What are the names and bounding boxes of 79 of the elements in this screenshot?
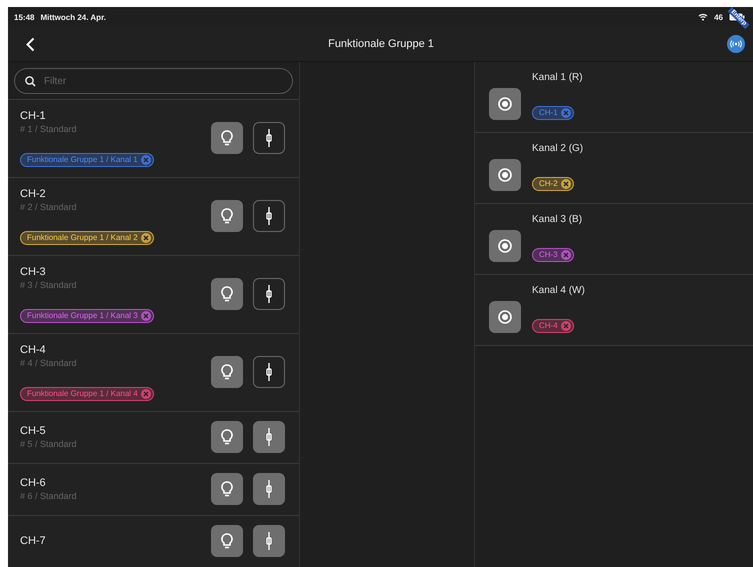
connector-icon bbox=[266, 363, 272, 381]
light-button[interactable] bbox=[211, 473, 243, 505]
light-bulb-icon bbox=[221, 208, 233, 224]
remove-icon[interactable] bbox=[140, 233, 151, 243]
light-bulb-icon bbox=[221, 130, 233, 146]
remove-icon[interactable] bbox=[560, 321, 571, 331]
assignment-tag[interactable]: Funktionale Gruppe 1 / Kanal 1 bbox=[20, 153, 154, 167]
assignment-tag[interactable]: CH-3 bbox=[532, 248, 574, 262]
light-button[interactable] bbox=[211, 278, 243, 310]
select-button[interactable] bbox=[489, 88, 521, 120]
connector-button[interactable] bbox=[253, 473, 285, 505]
status-date: Mittwoch 24. Apr. bbox=[40, 12, 106, 22]
broadcast-button[interactable] bbox=[727, 35, 745, 53]
status-time: 15:48 bbox=[14, 12, 34, 22]
channel-info: # 3 / Standard bbox=[20, 279, 78, 291]
remove-icon[interactable] bbox=[560, 179, 571, 189]
remove-icon[interactable] bbox=[140, 389, 151, 399]
kanal-name: Kanal 4 (W) bbox=[532, 285, 585, 297]
kanal-name: Kanal 1 (R) bbox=[532, 72, 583, 84]
remove-icon[interactable] bbox=[560, 108, 571, 118]
select-button[interactable] bbox=[489, 301, 521, 333]
select-button[interactable] bbox=[489, 230, 521, 262]
light-button[interactable] bbox=[211, 122, 243, 154]
channel-name: CH-7 bbox=[20, 534, 47, 548]
channel-name: CH-2 bbox=[20, 187, 47, 201]
channel-info: # 6 / Standard bbox=[20, 490, 78, 502]
search-icon bbox=[25, 76, 36, 87]
channel-name: CH-5 bbox=[20, 424, 47, 438]
channel-name: CH-3 bbox=[20, 265, 47, 279]
assignment-tag[interactable]: CH-4 bbox=[532, 319, 574, 333]
remove-icon[interactable] bbox=[140, 311, 151, 321]
kanal-name: Kanal 3 (B) bbox=[532, 214, 582, 226]
radio-icon bbox=[498, 168, 512, 182]
light-bulb-icon bbox=[221, 481, 233, 497]
channel-info: # 5 / Standard bbox=[20, 438, 78, 450]
channel-info: # 1 / Standard bbox=[20, 123, 78, 135]
back-icon[interactable] bbox=[26, 36, 35, 52]
filter-field[interactable]: Filter bbox=[14, 68, 293, 94]
radio-icon bbox=[498, 97, 512, 111]
remove-icon[interactable] bbox=[140, 155, 151, 165]
light-button[interactable] bbox=[211, 356, 243, 388]
channel-name: CH-6 bbox=[20, 476, 47, 490]
connector-button[interactable] bbox=[253, 200, 285, 232]
radio-icon bbox=[498, 310, 512, 324]
assignment-tag[interactable]: Funktionale Gruppe 1 / Kanal 3 bbox=[20, 309, 154, 323]
assignment-tag[interactable]: Funktionale Gruppe 1 / Kanal 2 bbox=[20, 231, 154, 245]
channel-name: CH-4 bbox=[20, 343, 47, 357]
connector-button[interactable] bbox=[253, 356, 285, 388]
light-bulb-icon bbox=[221, 364, 233, 380]
remove-icon[interactable] bbox=[560, 250, 571, 260]
broadcast-icon bbox=[730, 40, 742, 48]
connector-icon bbox=[266, 285, 272, 303]
screen-title: Funktionale Gruppe 1 bbox=[327, 38, 435, 50]
channel-name: CH-1 bbox=[20, 109, 47, 123]
light-button[interactable] bbox=[211, 525, 243, 557]
connector-button[interactable] bbox=[253, 278, 285, 310]
light-button[interactable] bbox=[211, 200, 243, 232]
assignment-tag[interactable]: CH-1 bbox=[532, 106, 574, 120]
channel-info: # 4 / Standard bbox=[20, 357, 78, 369]
connector-button[interactable] bbox=[253, 525, 285, 557]
channel-info: # 2 / Standard bbox=[20, 201, 78, 213]
wifi-icon bbox=[698, 13, 708, 21]
battery-level: 46 bbox=[714, 12, 723, 22]
connector-button[interactable] bbox=[253, 122, 285, 154]
connector-icon bbox=[266, 207, 272, 225]
select-button[interactable] bbox=[489, 159, 521, 191]
light-bulb-icon bbox=[221, 286, 233, 302]
connector-icon bbox=[266, 532, 272, 550]
kanal-name: Kanal 2 (G) bbox=[532, 143, 584, 155]
assignment-tag[interactable]: Funktionale Gruppe 1 / Kanal 4 bbox=[20, 387, 154, 401]
light-bulb-icon bbox=[221, 533, 233, 549]
light-button[interactable] bbox=[211, 421, 243, 453]
assignment-tag[interactable]: CH-2 bbox=[532, 177, 574, 191]
connector-icon bbox=[266, 428, 272, 446]
connector-button[interactable] bbox=[253, 421, 285, 453]
connector-icon bbox=[266, 129, 272, 147]
connector-icon bbox=[266, 480, 272, 498]
light-bulb-icon bbox=[221, 429, 233, 445]
radio-icon bbox=[498, 239, 512, 253]
